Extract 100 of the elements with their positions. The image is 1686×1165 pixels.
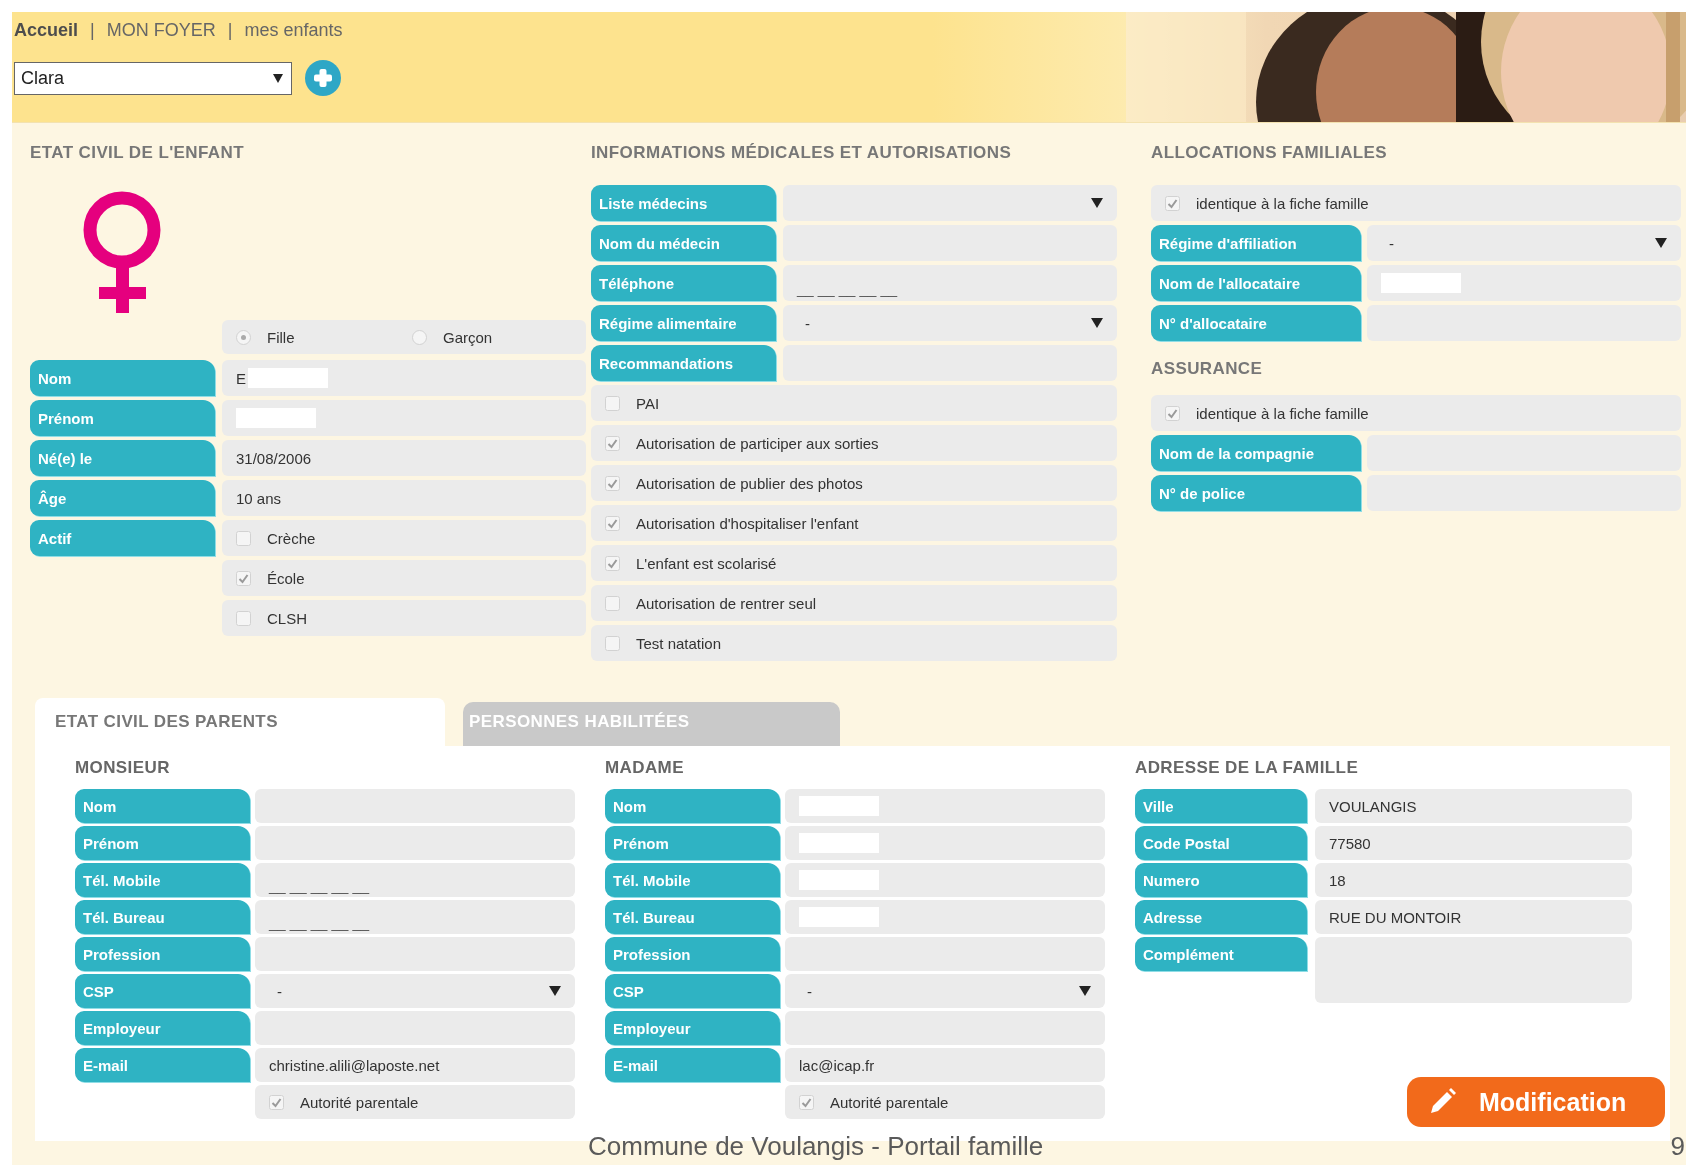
- radio-label: Fille: [267, 328, 295, 346]
- input-field[interactable]: 31/08/2006: [222, 440, 586, 476]
- field-label: Âge: [30, 480, 215, 516]
- select-field[interactable]: -: [255, 974, 575, 1008]
- checkbox[interactable]: [605, 555, 620, 571]
- field-label: Nom de la compagnie: [1151, 435, 1361, 471]
- field-label: Régime alimentaire: [591, 305, 776, 341]
- select-field[interactable]: -: [783, 305, 1117, 341]
- tab[interactable]: ETAT CIVIL DES PARENTS: [35, 698, 445, 746]
- breadcrumb-separator: |: [227, 19, 233, 41]
- footer-text: Commune de Voulangis - Portail famille: [588, 1131, 1044, 1162]
- input-field[interactable]: __ __ __ __ __: [255, 900, 575, 934]
- field-label: Tél. Mobile: [605, 863, 780, 897]
- input-field[interactable]: christine.alili@laposte.net: [255, 1048, 575, 1082]
- placeholder-text: __ __ __ __ __: [797, 278, 898, 297]
- input-field[interactable]: E: [222, 360, 586, 396]
- checkbox-label: L'enfant est scolarisé: [636, 554, 777, 572]
- input-field[interactable]: [1367, 265, 1681, 301]
- checkbox[interactable]: [605, 595, 620, 611]
- add-icon[interactable]: [304, 59, 342, 97]
- field-label: Prénom: [605, 826, 780, 860]
- caret-icon: [1655, 238, 1667, 248]
- checkbox[interactable]: [236, 570, 251, 586]
- field-label: Nom de l'allocataire: [1151, 265, 1361, 301]
- checkbox[interactable]: [1165, 405, 1180, 421]
- field-label: Code Postal: [1135, 826, 1307, 860]
- input-field[interactable]: 10 ans: [222, 480, 586, 516]
- input-field[interactable]: RUE DU MONTOIR: [1315, 900, 1632, 934]
- checkbox[interactable]: [605, 395, 620, 411]
- checkbox-label: Autorisation de rentrer seul: [636, 594, 817, 612]
- field-label: Profession: [75, 937, 250, 971]
- radio-label: Garçon: [443, 328, 493, 346]
- checkbox-label: identique à la fiche famille: [1196, 194, 1369, 212]
- caret-icon: [549, 986, 561, 996]
- field-label: CSP: [75, 974, 250, 1008]
- radio-button[interactable]: [412, 329, 427, 345]
- field-label: Complément: [1135, 937, 1307, 971]
- input-field[interactable]: lac@icap.fr: [785, 1048, 1105, 1082]
- checkbox[interactable]: [605, 435, 620, 451]
- field-label: E-mail: [75, 1048, 250, 1082]
- radio-button[interactable]: [236, 329, 251, 345]
- field-label: Employeur: [75, 1011, 250, 1045]
- caret-icon: [273, 73, 283, 83]
- caret-icon: [1091, 318, 1103, 328]
- input-field[interactable]: [222, 400, 586, 436]
- select-field[interactable]: [783, 185, 1117, 221]
- section-title: MONSIEUR: [75, 758, 171, 778]
- checkbox-label: PAI: [636, 394, 660, 412]
- select-field[interactable]: -: [1367, 225, 1681, 261]
- checkbox[interactable]: [605, 475, 620, 491]
- checkbox-label: Autorité parentale: [830, 1093, 949, 1111]
- field-label: Numero: [1135, 863, 1307, 897]
- checkbox-label: CLSH: [267, 609, 307, 627]
- page-number: 9: [1670, 1131, 1685, 1162]
- section-title: INFORMATIONS MÉDICALES ET AUTORISATIONS: [591, 143, 1013, 163]
- checkbox[interactable]: [605, 515, 620, 531]
- input-field[interactable]: VOULANGIS: [1315, 789, 1632, 823]
- select-field[interactable]: -: [785, 974, 1105, 1008]
- checkbox-label: Autorisation de publier des photos: [636, 474, 863, 492]
- field-label: Employeur: [605, 1011, 780, 1045]
- checkbox-label: Autorisation d'hospitaliser l'enfant: [636, 514, 859, 532]
- field-label: Régime d'affiliation: [1151, 225, 1361, 261]
- section-title: ALLOCATIONS FAMILIALES: [1151, 143, 1389, 163]
- field-label: Tél. Bureau: [605, 900, 780, 934]
- field-label: Prénom: [30, 400, 215, 436]
- input-field[interactable]: 18: [1315, 863, 1632, 897]
- checkbox[interactable]: [236, 610, 251, 626]
- caret-icon: [1079, 986, 1091, 996]
- breadcrumb-link[interactable]: MON FOYER: [106, 19, 216, 41]
- field-label: Profession: [605, 937, 780, 971]
- field-label: Recommandations: [591, 345, 776, 381]
- checkbox[interactable]: [269, 1094, 284, 1110]
- input-field[interactable]: __ __ __ __ __: [783, 265, 1117, 301]
- field-label: Né(e) le: [30, 440, 215, 476]
- breadcrumb-link[interactable]: mes enfants: [244, 19, 343, 41]
- breadcrumb-link[interactable]: Accueil: [14, 19, 79, 41]
- checkbox-label: Autorité parentale: [300, 1093, 419, 1111]
- section-title: MADAME: [605, 758, 685, 778]
- child-select[interactable]: Clara: [14, 61, 292, 95]
- field-label: Nom: [605, 789, 780, 823]
- checkbox[interactable]: [605, 635, 620, 651]
- field-label: Nom: [75, 789, 250, 823]
- field-label: Nom du médecin: [591, 225, 776, 261]
- field-label: Nom: [30, 360, 215, 396]
- field-label: Actif: [30, 520, 215, 556]
- field-label: CSP: [605, 974, 780, 1008]
- checkbox-label: Crèche: [267, 529, 316, 547]
- input-field[interactable]: __ __ __ __ __: [255, 863, 575, 897]
- caret-icon: [1091, 198, 1103, 208]
- placeholder-text: __ __ __ __ __: [269, 875, 370, 894]
- checkbox-label: identique à la fiche famille: [1196, 404, 1369, 422]
- checkbox-label: École: [267, 569, 305, 587]
- checkbox[interactable]: [799, 1094, 814, 1110]
- field-label: Téléphone: [591, 265, 776, 301]
- checkbox[interactable]: [1165, 195, 1180, 211]
- breadcrumb-separator: |: [90, 19, 95, 41]
- checkbox[interactable]: [236, 530, 251, 546]
- checkbox-label: Autorisation de participer aux sorties: [636, 434, 879, 452]
- input-field[interactable]: 77580: [1315, 826, 1632, 860]
- section-title: ETAT CIVIL DE L'ENFANT: [30, 143, 245, 163]
